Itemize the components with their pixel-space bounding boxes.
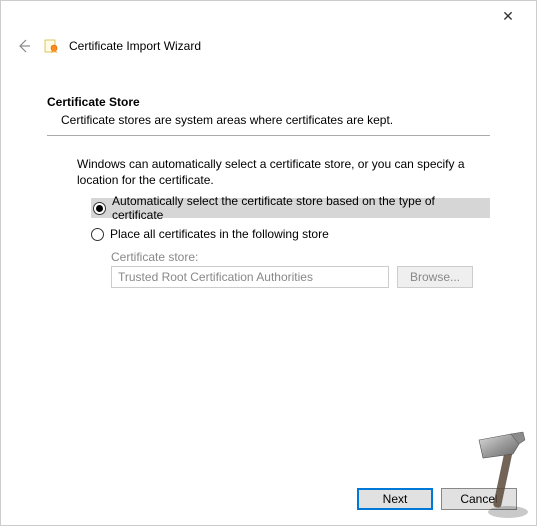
close-button[interactable]: ✕ [488, 2, 528, 30]
next-button[interactable]: Next [357, 488, 433, 510]
radio-auto-select[interactable]: Automatically select the certificate sto… [91, 198, 490, 218]
back-arrow-icon[interactable] [15, 37, 33, 55]
radio-manual-select[interactable]: Place all certificates in the following … [91, 224, 490, 244]
cancel-button[interactable]: Cancel [441, 488, 517, 510]
window-titlebar: ✕ [1, 1, 536, 31]
section-description: Certificate stores are system areas wher… [61, 113, 490, 127]
divider [47, 135, 490, 136]
certificate-icon [43, 38, 59, 54]
certificate-store-block: Certificate store: Browse... [111, 250, 490, 288]
certificate-store-input [111, 266, 389, 288]
wizard-header: Certificate Import Wizard [1, 31, 536, 67]
section-heading: Certificate Store [47, 95, 490, 109]
radio-icon [91, 228, 104, 241]
radio-icon [93, 202, 106, 215]
radio-auto-label: Automatically select the certificate sto… [112, 194, 488, 222]
browse-button: Browse... [397, 266, 473, 288]
radio-manual-label: Place all certificates in the following … [110, 227, 329, 241]
intro-text: Windows can automatically select a certi… [77, 156, 490, 188]
content-area: Certificate Store Certificate stores are… [1, 67, 536, 298]
store-field-label: Certificate store: [111, 250, 490, 264]
store-radio-group: Automatically select the certificate sto… [91, 198, 490, 244]
wizard-footer: Next Cancel [357, 488, 517, 510]
wizard-title: Certificate Import Wizard [69, 39, 201, 53]
